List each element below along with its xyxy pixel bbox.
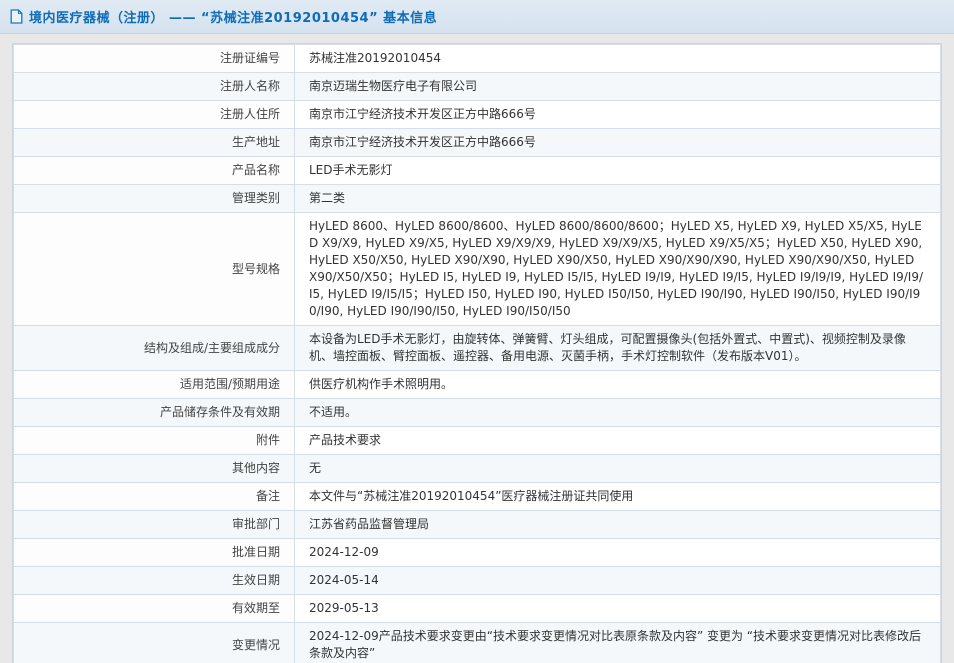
row-label: 注册人名称: [14, 73, 295, 101]
registration-info-table: 注册证编号 苏械注准20192010454 注册人名称 南京迈瑞生物医疗电子有限…: [12, 43, 942, 663]
row-label: 注册人住所: [14, 101, 295, 129]
table-row: 注册证编号 苏械注准20192010454: [14, 45, 941, 73]
row-value: 第二类: [295, 185, 941, 213]
row-value: 2029-05-13: [295, 595, 941, 623]
row-value: HyLED 8600、HyLED 8600/8600、HyLED 8600/86…: [295, 213, 941, 326]
table-row: 变更情况 2024-12-09产品技术要求变更由“技术要求变更情况对比表原条款及…: [14, 623, 941, 663]
table-row: 适用范围/预期用途 供医疗机构作手术照明用。: [14, 371, 941, 399]
table-row: 批准日期 2024-12-09: [14, 539, 941, 567]
row-label: 生产地址: [14, 129, 295, 157]
row-value: LED手术无影灯: [295, 157, 941, 185]
row-label: 批准日期: [14, 539, 295, 567]
table-row: 产品名称 LED手术无影灯: [14, 157, 941, 185]
table-row: 备注 本文件与“苏械注准20192010454”医疗器械注册证共同使用: [14, 483, 941, 511]
table-row: 型号规格 HyLED 8600、HyLED 8600/8600、HyLED 86…: [14, 213, 941, 326]
table-row: 附件 产品技术要求: [14, 427, 941, 455]
row-value: 2024-12-09产品技术要求变更由“技术要求变更情况对比表原条款及内容” 变…: [295, 623, 941, 663]
row-value: 苏械注准20192010454: [295, 45, 941, 73]
row-label: 产品名称: [14, 157, 295, 185]
table-row: 管理类别 第二类: [14, 185, 941, 213]
row-label: 型号规格: [14, 213, 295, 326]
row-label: 注册证编号: [14, 45, 295, 73]
table-row: 生效日期 2024-05-14: [14, 567, 941, 595]
row-label: 审批部门: [14, 511, 295, 539]
table-row: 结构及组成/主要组成成分 本设备为LED手术无影灯，由旋转体、弹簧臂、灯头组成，…: [14, 326, 941, 371]
table-row: 生产地址 南京市江宁经济技术开发区正方中路666号: [14, 129, 941, 157]
row-value: 南京市江宁经济技术开发区正方中路666号: [295, 101, 941, 129]
table-row: 有效期至 2029-05-13: [14, 595, 941, 623]
row-label: 生效日期: [14, 567, 295, 595]
row-value: 不适用。: [295, 399, 941, 427]
row-value: 供医疗机构作手术照明用。: [295, 371, 941, 399]
row-label: 变更情况: [14, 623, 295, 663]
row-value: 南京迈瑞生物医疗电子有限公司: [295, 73, 941, 101]
table-row: 注册人名称 南京迈瑞生物医疗电子有限公司: [14, 73, 941, 101]
document-icon: [10, 9, 23, 24]
row-value: 2024-12-09: [295, 539, 941, 567]
table-row: 产品储存条件及有效期 不适用。: [14, 399, 941, 427]
row-value: 产品技术要求: [295, 427, 941, 455]
row-value: 南京市江宁经济技术开发区正方中路666号: [295, 129, 941, 157]
row-label: 其他内容: [14, 455, 295, 483]
row-label: 产品储存条件及有效期: [14, 399, 295, 427]
row-label: 有效期至: [14, 595, 295, 623]
table-row: 审批部门 江苏省药品监督管理局: [14, 511, 941, 539]
row-value: 2024-05-14: [295, 567, 941, 595]
row-label: 管理类别: [14, 185, 295, 213]
row-value: 无: [295, 455, 941, 483]
row-label: 备注: [14, 483, 295, 511]
row-label: 适用范围/预期用途: [14, 371, 295, 399]
row-value: 江苏省药品监督管理局: [295, 511, 941, 539]
page-title: 境内医疗器械（注册） —— “苏械注准20192010454” 基本信息: [29, 7, 437, 26]
table-row: 其他内容 无: [14, 455, 941, 483]
row-label: 附件: [14, 427, 295, 455]
row-value: 本设备为LED手术无影灯，由旋转体、弹簧臂、灯头组成，可配置摄像头(包括外置式、…: [295, 326, 941, 371]
page-header: 境内医疗器械（注册） —— “苏械注准20192010454” 基本信息: [0, 0, 954, 34]
table-row: 注册人住所 南京市江宁经济技术开发区正方中路666号: [14, 101, 941, 129]
row-value: 本文件与“苏械注准20192010454”医疗器械注册证共同使用: [295, 483, 941, 511]
row-label: 结构及组成/主要组成成分: [14, 326, 295, 371]
